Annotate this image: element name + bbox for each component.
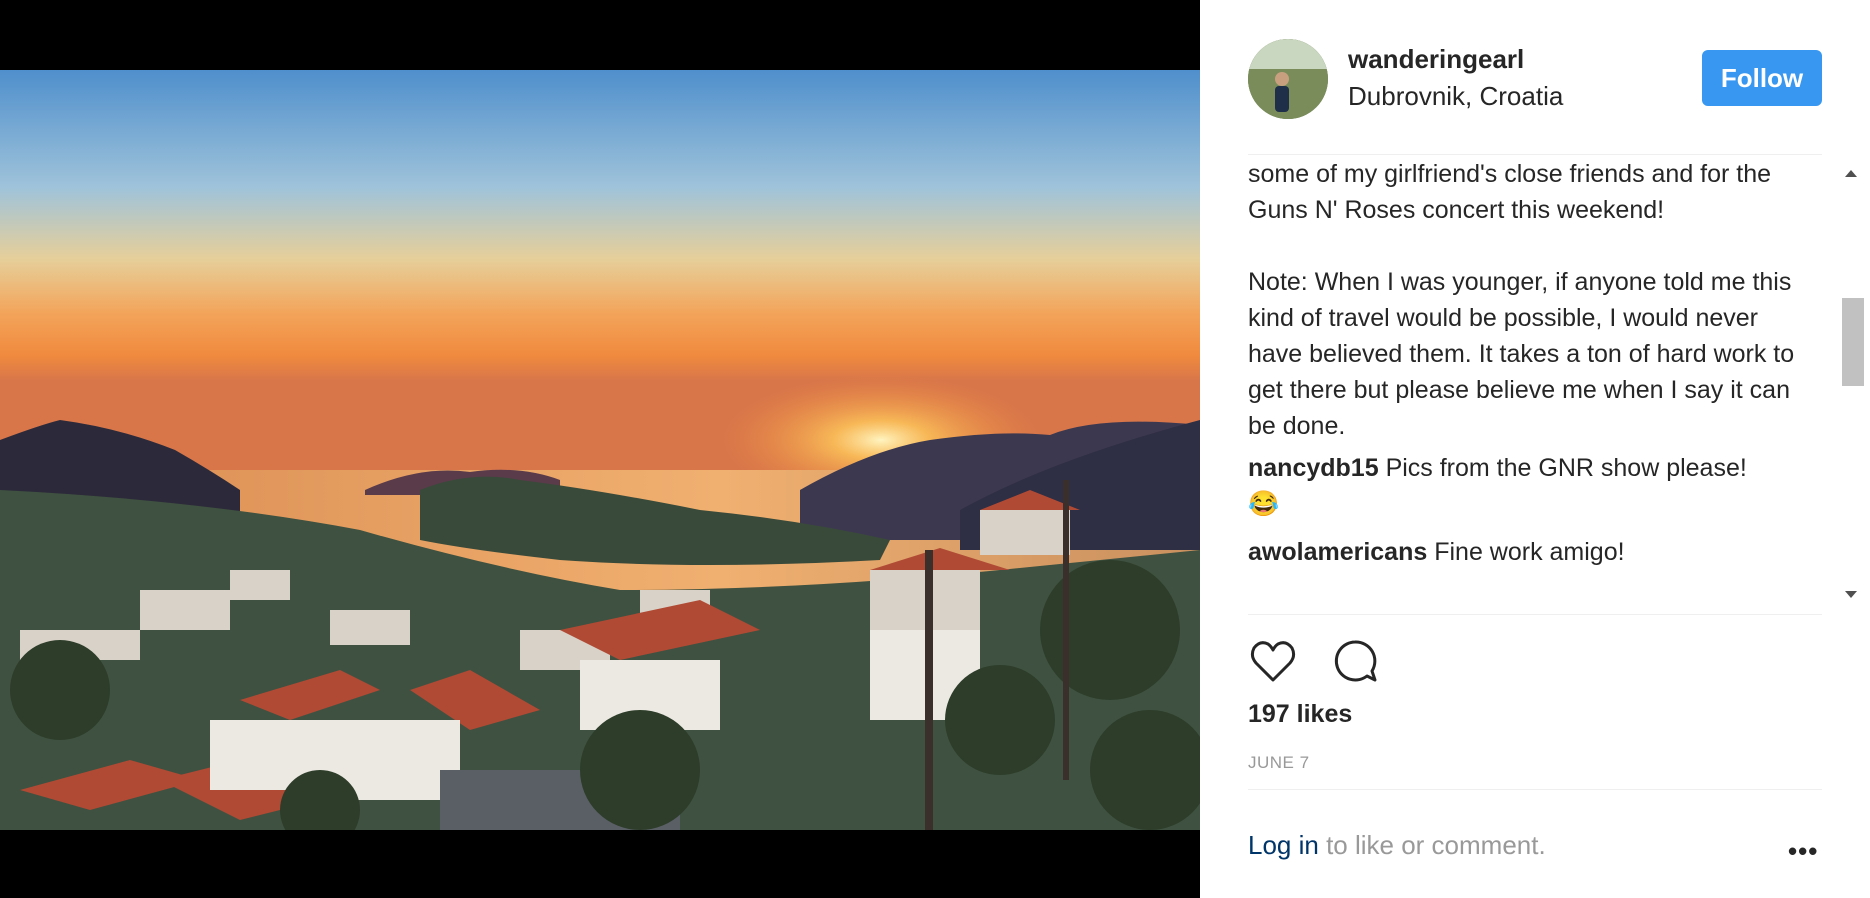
divider bbox=[1248, 789, 1822, 790]
comment-text: Fine work amigo! bbox=[1434, 538, 1625, 566]
login-prompt-text: to like or comment. bbox=[1318, 830, 1546, 860]
location[interactable]: Dubrovnik, Croatia bbox=[1348, 81, 1563, 112]
more-options-icon[interactable]: ••• bbox=[1788, 836, 1818, 867]
comment-text: Pics from the GNR show please! bbox=[1385, 454, 1747, 482]
scroll-thumb[interactable] bbox=[1842, 298, 1864, 386]
photo-pane bbox=[0, 0, 1200, 898]
follow-button[interactable]: Follow bbox=[1702, 50, 1822, 106]
login-link[interactable]: Log in bbox=[1248, 830, 1319, 860]
comment-username[interactable]: nancydb15 bbox=[1248, 454, 1379, 482]
comment-item: nancydb15 Pics from the GNR show please!… bbox=[1248, 450, 1808, 522]
comment-icon[interactable] bbox=[1330, 636, 1380, 691]
scroll-down-arrow-icon[interactable] bbox=[1845, 591, 1857, 598]
login-prompt: Log in to like or comment. bbox=[1248, 830, 1546, 861]
heart-icon[interactable] bbox=[1248, 636, 1298, 691]
comments-scrollbar[interactable] bbox=[1838, 156, 1866, 612]
instagram-post: wanderingearl Dubrovnik, Croatia Follow … bbox=[0, 0, 1870, 898]
post-sidebar: wanderingearl Dubrovnik, Croatia Follow … bbox=[1200, 0, 1870, 898]
comment-item: awolamericans Fine work amigo! bbox=[1248, 534, 1808, 570]
post-date[interactable]: JUNE 7 bbox=[1248, 753, 1310, 773]
comments-list[interactable]: some of my girlfriend's close friends an… bbox=[1248, 156, 1808, 612]
post-photo[interactable] bbox=[0, 70, 1200, 830]
likes-count[interactable]: 197 likes bbox=[1248, 700, 1352, 729]
username[interactable]: wanderingearl bbox=[1348, 44, 1524, 75]
divider bbox=[1248, 614, 1822, 615]
post-header: wanderingearl Dubrovnik, Croatia Follow bbox=[1200, 0, 1870, 155]
comment-emoji: 😂 bbox=[1248, 490, 1280, 518]
scroll-up-arrow-icon[interactable] bbox=[1845, 170, 1857, 177]
avatar[interactable] bbox=[1248, 39, 1328, 119]
comment-username[interactable]: awolamericans bbox=[1248, 538, 1427, 566]
caption-text-1: some of my girlfriend's close friends an… bbox=[1248, 160, 1772, 224]
divider bbox=[1248, 154, 1822, 155]
caption-text-2: Note: When I was younger, if anyone told… bbox=[1248, 268, 1795, 440]
